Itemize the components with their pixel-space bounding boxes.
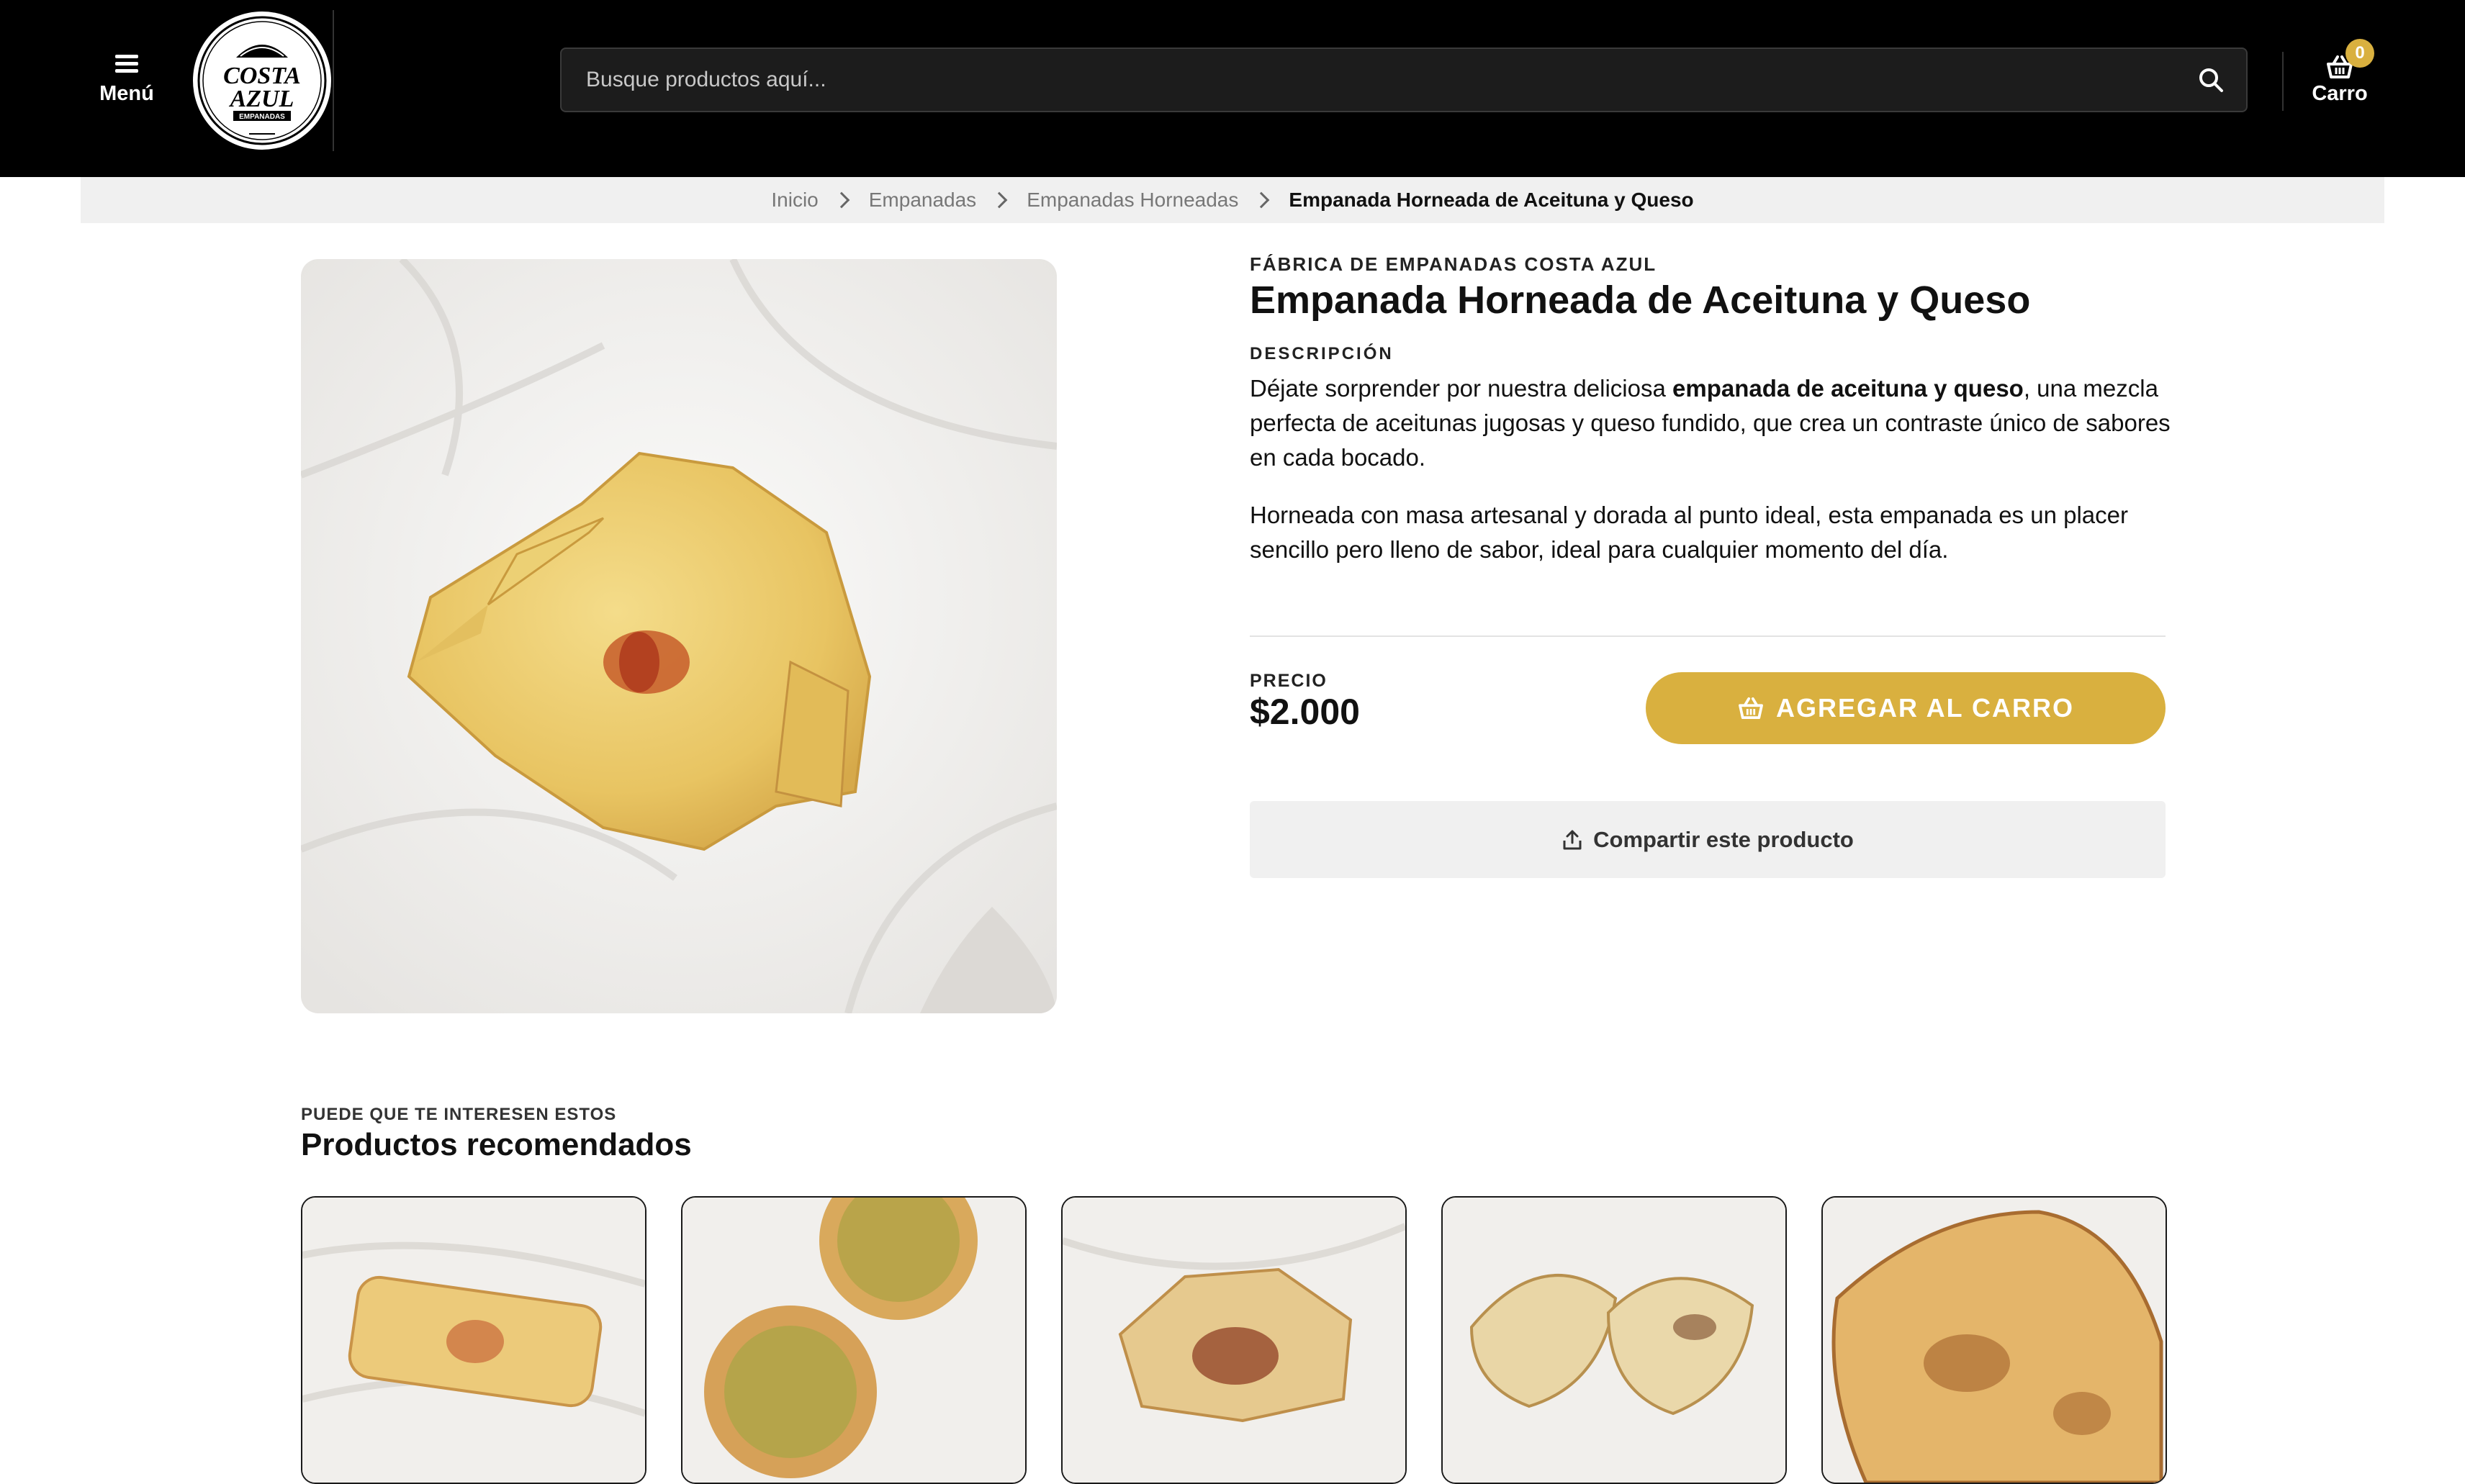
chevron-right-icon bbox=[833, 191, 850, 209]
recommended-product-image bbox=[682, 1198, 1025, 1483]
product-description: Déjate sorprender por nuestra deliciosa … bbox=[1250, 371, 2186, 590]
price-label: PRECIO bbox=[1250, 671, 1328, 691]
chevron-right-icon bbox=[1253, 191, 1270, 209]
desc-bold-text: empanada de aceituna y queso bbox=[1672, 375, 2024, 402]
basket-icon bbox=[1739, 697, 1763, 720]
section-divider bbox=[1250, 635, 2166, 637]
breadcrumb-empanadas[interactable]: Empanadas bbox=[869, 189, 976, 212]
hamburger-icon bbox=[115, 53, 138, 73]
description-paragraph-1: Déjate sorprender por nuestra deliciosa … bbox=[1250, 371, 2186, 475]
product-price: $2.000 bbox=[1250, 692, 1360, 732]
cart-count-badge: 0 bbox=[2345, 39, 2374, 68]
breadcrumb-empanadas-horneadas[interactable]: Empanadas Horneadas bbox=[1027, 189, 1238, 212]
recommended-product-card[interactable] bbox=[1441, 1196, 1787, 1484]
cart-label: Carro bbox=[2312, 82, 2368, 105]
add-to-cart-label: AGREGAR AL CARRO bbox=[1775, 693, 2074, 723]
costa-azul-logo[interactable]: COSTA AZUL EMPANADAS bbox=[191, 10, 333, 151]
site-header: Menú COSTA AZUL EMPANADAS Carro 0 bbox=[0, 0, 2465, 177]
recommended-product-card[interactable] bbox=[1821, 1196, 2167, 1484]
add-to-cart-button[interactable]: AGREGAR AL CARRO bbox=[1646, 672, 2166, 744]
product-brand: FÁBRICA DE EMPANADAS COSTA AZUL bbox=[1250, 253, 1657, 275]
svg-text:EMPANADAS: EMPANADAS bbox=[239, 113, 285, 121]
breadcrumb-bar: Inicio Empanadas Empanadas Horneadas Emp… bbox=[81, 177, 2384, 223]
share-icon bbox=[1563, 830, 1582, 849]
chevron-right-icon bbox=[991, 191, 1008, 209]
search-input[interactable] bbox=[562, 49, 2189, 111]
share-label: Compartir este producto bbox=[1593, 826, 1854, 852]
recommended-product-image bbox=[1443, 1198, 1785, 1483]
recommended-product-image bbox=[302, 1198, 645, 1483]
recommended-product-card[interactable] bbox=[301, 1196, 646, 1484]
search-bar bbox=[560, 47, 2248, 112]
description-paragraph-2: Horneada con masa artesanal y dorada al … bbox=[1250, 502, 2128, 563]
cart-divider bbox=[2282, 52, 2284, 111]
recommended-product-card[interactable] bbox=[1061, 1196, 1407, 1484]
menu-label: Menú bbox=[99, 82, 154, 105]
breadcrumb-current: Empanada Horneada de Aceituna y Queso bbox=[1289, 189, 1694, 211]
recommended-kicker: PUEDE QUE TE INTERESEN ESTOS bbox=[301, 1105, 617, 1124]
recommended-product-image bbox=[1063, 1198, 1405, 1483]
recommended-product-image bbox=[1823, 1198, 2166, 1483]
logo-divider bbox=[333, 10, 334, 151]
menu-button[interactable]: Menú bbox=[92, 53, 161, 115]
breadcrumb-inicio[interactable]: Inicio bbox=[771, 189, 818, 212]
recommended-title: Productos recomendados bbox=[301, 1127, 692, 1162]
recommended-product-card[interactable] bbox=[681, 1196, 1027, 1484]
desc-text: Déjate sorprender por nuestra deliciosa bbox=[1250, 375, 1672, 402]
breadcrumb: Inicio Empanadas Empanadas Horneadas Emp… bbox=[81, 177, 2384, 223]
product-image[interactable] bbox=[301, 259, 1057, 1013]
search-icon[interactable] bbox=[2196, 65, 2226, 95]
svg-text:AZUL: AZUL bbox=[229, 86, 294, 112]
description-label: DESCRIPCIÓN bbox=[1250, 344, 1394, 363]
share-product-button[interactable]: Compartir este producto bbox=[1250, 801, 2166, 878]
product-title: Empanada Horneada de Aceituna y Queso bbox=[1250, 279, 2031, 322]
